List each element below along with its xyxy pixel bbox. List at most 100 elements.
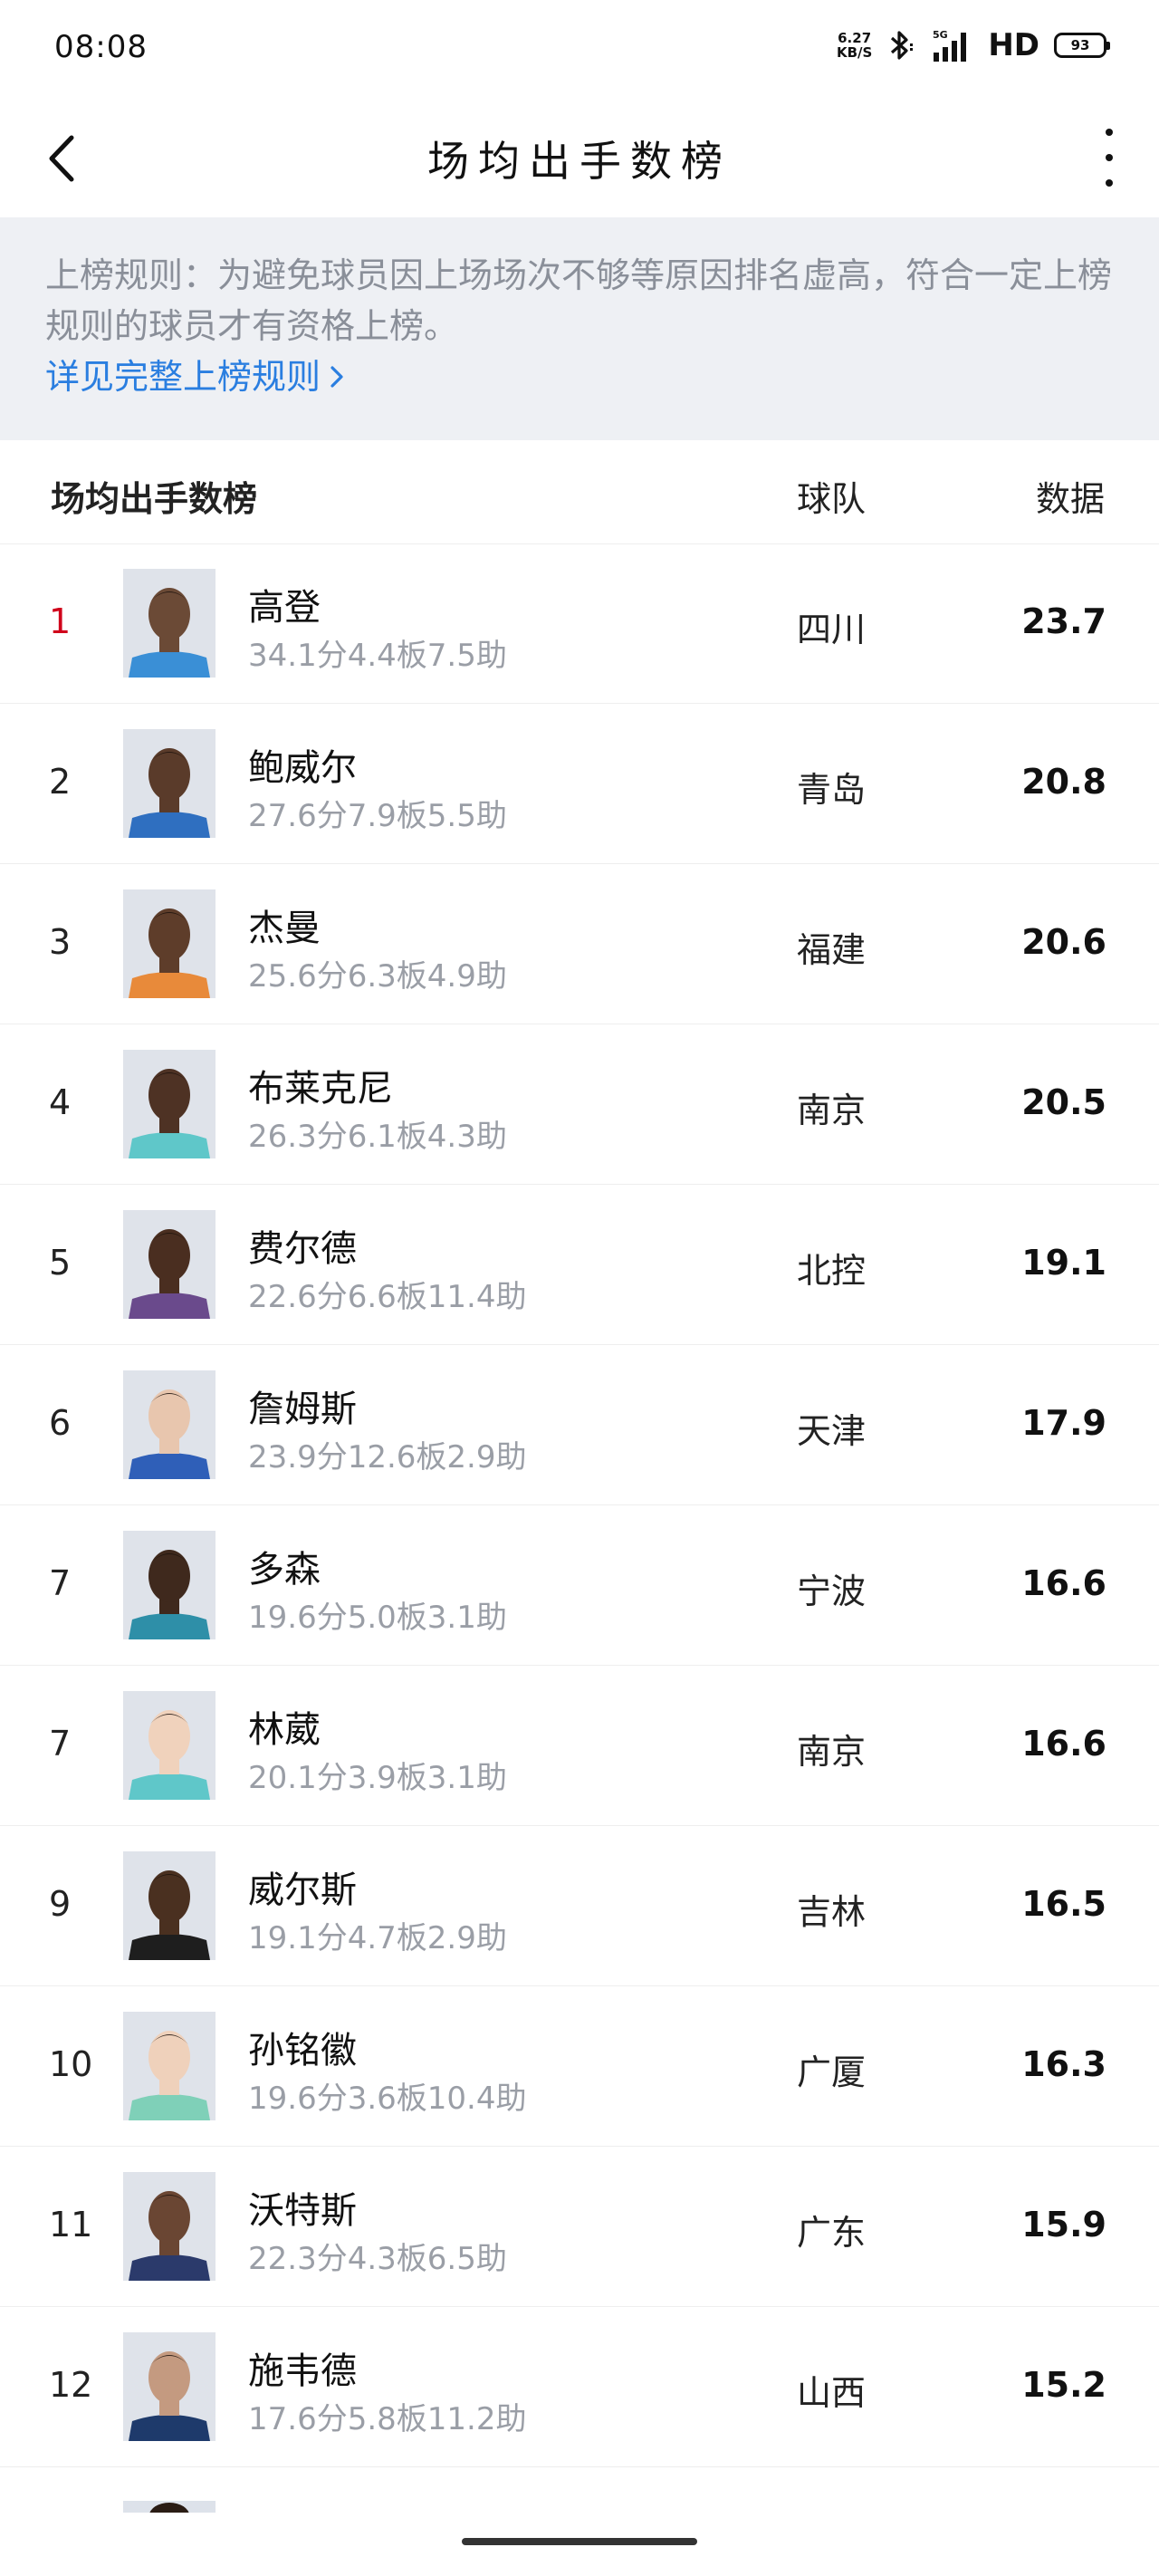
player-name: 孙铭徽 — [248, 2030, 357, 2071]
player-photo-icon — [123, 729, 216, 838]
player-team: 广厦 — [797, 2052, 867, 2092]
table-row[interactable]: 9 威尔斯 19.1分4.7板2.9助 吉林 16.5 — [0, 1826, 1159, 1986]
stat-value: 16.5 — [1021, 1884, 1106, 1924]
table-row[interactable]: 10 孙铭徽 19.6分3.6板10.4助 广厦 16.3 — [0, 1986, 1159, 2147]
ranking-list: 1 高登 34.1分4.4板7.5助 四川 23.7 2 鲍威尔 27.6分7.9板5.5助 青… — [0, 543, 1159, 2467]
player-name: 杰曼 — [248, 908, 321, 949]
player-photo-icon — [123, 2332, 216, 2441]
table-row[interactable]: 3 杰曼 25.6分6.3板4.9助 福建 20.6 — [0, 864, 1159, 1024]
player-team: 宁波 — [797, 1572, 867, 1611]
player-stats: 19.6分3.6板10.4助 — [248, 2081, 527, 2117]
player-name: 施韦德 — [248, 2350, 357, 2392]
rank-number: 6 — [49, 1403, 72, 1443]
rank-number: 4 — [49, 1082, 72, 1122]
player-name: 多森 — [248, 1549, 321, 1591]
header-name: 场均出手数榜 — [51, 479, 258, 519]
battery-level: 93 — [1070, 37, 1090, 53]
stat-value: 20.6 — [1021, 922, 1106, 962]
stat-value: 19.1 — [1021, 1243, 1106, 1283]
battery-icon: 93 — [1054, 33, 1110, 58]
player-team: 青岛 — [797, 770, 867, 810]
player-avatar — [123, 1531, 216, 1639]
rules-link-label: 详见完整上榜规则 — [45, 357, 321, 397]
player-stats: 22.6分6.6板11.4助 — [248, 1279, 527, 1315]
player-avatar — [123, 1050, 216, 1158]
page-title: 场均出手数榜 — [427, 137, 732, 186]
player-photo-icon — [123, 569, 216, 678]
player-team: 山西 — [797, 2373, 867, 2413]
more-dot-icon — [1106, 129, 1113, 136]
player-photo-icon — [123, 1691, 216, 1800]
player-team: 吉林 — [797, 1892, 867, 1932]
player-photo-icon — [123, 2012, 216, 2120]
rank-number: 3 — [49, 922, 72, 962]
player-name: 威尔斯 — [248, 1870, 357, 1911]
player-avatar — [123, 889, 216, 998]
table-row[interactable]: 7 多森 19.6分5.0板3.1助 宁波 16.6 — [0, 1505, 1159, 1666]
player-team: 南京 — [797, 1732, 867, 1772]
rank-number: 5 — [49, 1243, 72, 1283]
player-avatar — [123, 569, 216, 678]
stat-value: 20.8 — [1021, 762, 1106, 802]
player-stats: 22.3分4.3板6.5助 — [248, 2241, 507, 2277]
rank-number: 7 — [49, 1724, 72, 1764]
table-row[interactable]: 1 高登 34.1分4.4板7.5助 四川 23.7 — [0, 543, 1159, 704]
player-name: 林葳 — [248, 1709, 321, 1751]
table-row[interactable]: 6 詹姆斯 23.9分12.6板2.9助 天津 17.9 — [0, 1345, 1159, 1505]
avatar-image — [123, 2501, 216, 2513]
stat-value: 20.5 — [1021, 1082, 1106, 1122]
network-speed-value: 6.27 — [838, 30, 872, 46]
table-row[interactable]: 7 林葳 20.1分3.9板3.1助 南京 16.6 — [0, 1666, 1159, 1826]
stat-value: 16.6 — [1021, 1724, 1106, 1764]
rank-number: 10 — [49, 2044, 93, 2084]
player-name: 詹姆斯 — [248, 1389, 357, 1430]
player-avatar — [123, 729, 216, 838]
player-name: 高登 — [248, 587, 321, 629]
table-row[interactable]: 2 鲍威尔 27.6分7.9板5.5助 青岛 20.8 — [0, 704, 1159, 864]
player-stats: 34.1分4.4板7.5助 — [248, 638, 507, 674]
network-speed: 6.27 KB/S — [837, 31, 872, 60]
player-avatar — [123, 2172, 216, 2281]
player-photo-icon — [123, 2172, 216, 2281]
rank-number: 12 — [49, 2365, 93, 2405]
player-avatar — [123, 1210, 216, 1319]
stat-value: 15.9 — [1021, 2205, 1106, 2244]
player-avatar — [123, 2332, 216, 2441]
player-name: 鲍威尔 — [248, 747, 357, 789]
player-team: 北控 — [797, 1251, 867, 1291]
bluetooth-icon — [891, 31, 914, 60]
player-stats: 27.6分7.9板5.5助 — [248, 798, 507, 834]
status-bar: 08:08 6.27 KB/S 5G HD 93 — [0, 0, 1159, 96]
more-dot-icon — [1106, 154, 1113, 161]
more-menu-button[interactable] — [1087, 129, 1132, 187]
player-team: 福建 — [797, 930, 867, 970]
table-row[interactable]: 11 沃特斯 22.3分4.3板6.5助 广东 15.9 — [0, 2147, 1159, 2307]
player-name: 费尔德 — [248, 1228, 357, 1270]
rules-link[interactable]: 详见完整上榜规则 — [45, 351, 344, 402]
home-indicator[interactable] — [462, 2538, 697, 2545]
rank-number: 9 — [49, 1884, 72, 1924]
table-row[interactable]: 12 施韦德 17.6分5.8板11.2助 山西 15.2 — [0, 2307, 1159, 2467]
table-row[interactable]: 4 布莱克尼 26.3分6.1板4.3助 南京 20.5 — [0, 1024, 1159, 1185]
table-row[interactable]: 5 费尔德 22.6分6.6板11.4助 北控 19.1 — [0, 1185, 1159, 1345]
rank-number: 2 — [49, 762, 72, 802]
player-photo-icon — [123, 1370, 216, 1479]
status-time: 08:08 — [54, 29, 148, 65]
player-stats: 25.6分6.3板4.9助 — [248, 958, 507, 995]
rank-number: 11 — [49, 2205, 93, 2244]
player-stats: 26.3分6.1板4.3助 — [248, 1119, 507, 1155]
player-team: 四川 — [797, 610, 867, 649]
player-avatar — [123, 2012, 216, 2120]
player-photo-icon — [123, 1210, 216, 1319]
player-stats: 17.6分5.8板11.2助 — [248, 2401, 527, 2437]
network-speed-unit: KB/S — [836, 44, 873, 61]
signal-label: 5G — [933, 29, 948, 41]
rank-number: 7 — [49, 1563, 72, 1603]
stat-value: 15.2 — [1021, 2365, 1106, 2405]
player-stats: 19.1分4.7板2.9助 — [248, 1920, 507, 1956]
player-photo-icon — [123, 1851, 216, 1960]
player-avatar — [123, 1851, 216, 1960]
stat-value: 16.3 — [1021, 2044, 1106, 2084]
header-team: 球队 — [797, 479, 867, 519]
chevron-right-icon — [330, 366, 343, 388]
